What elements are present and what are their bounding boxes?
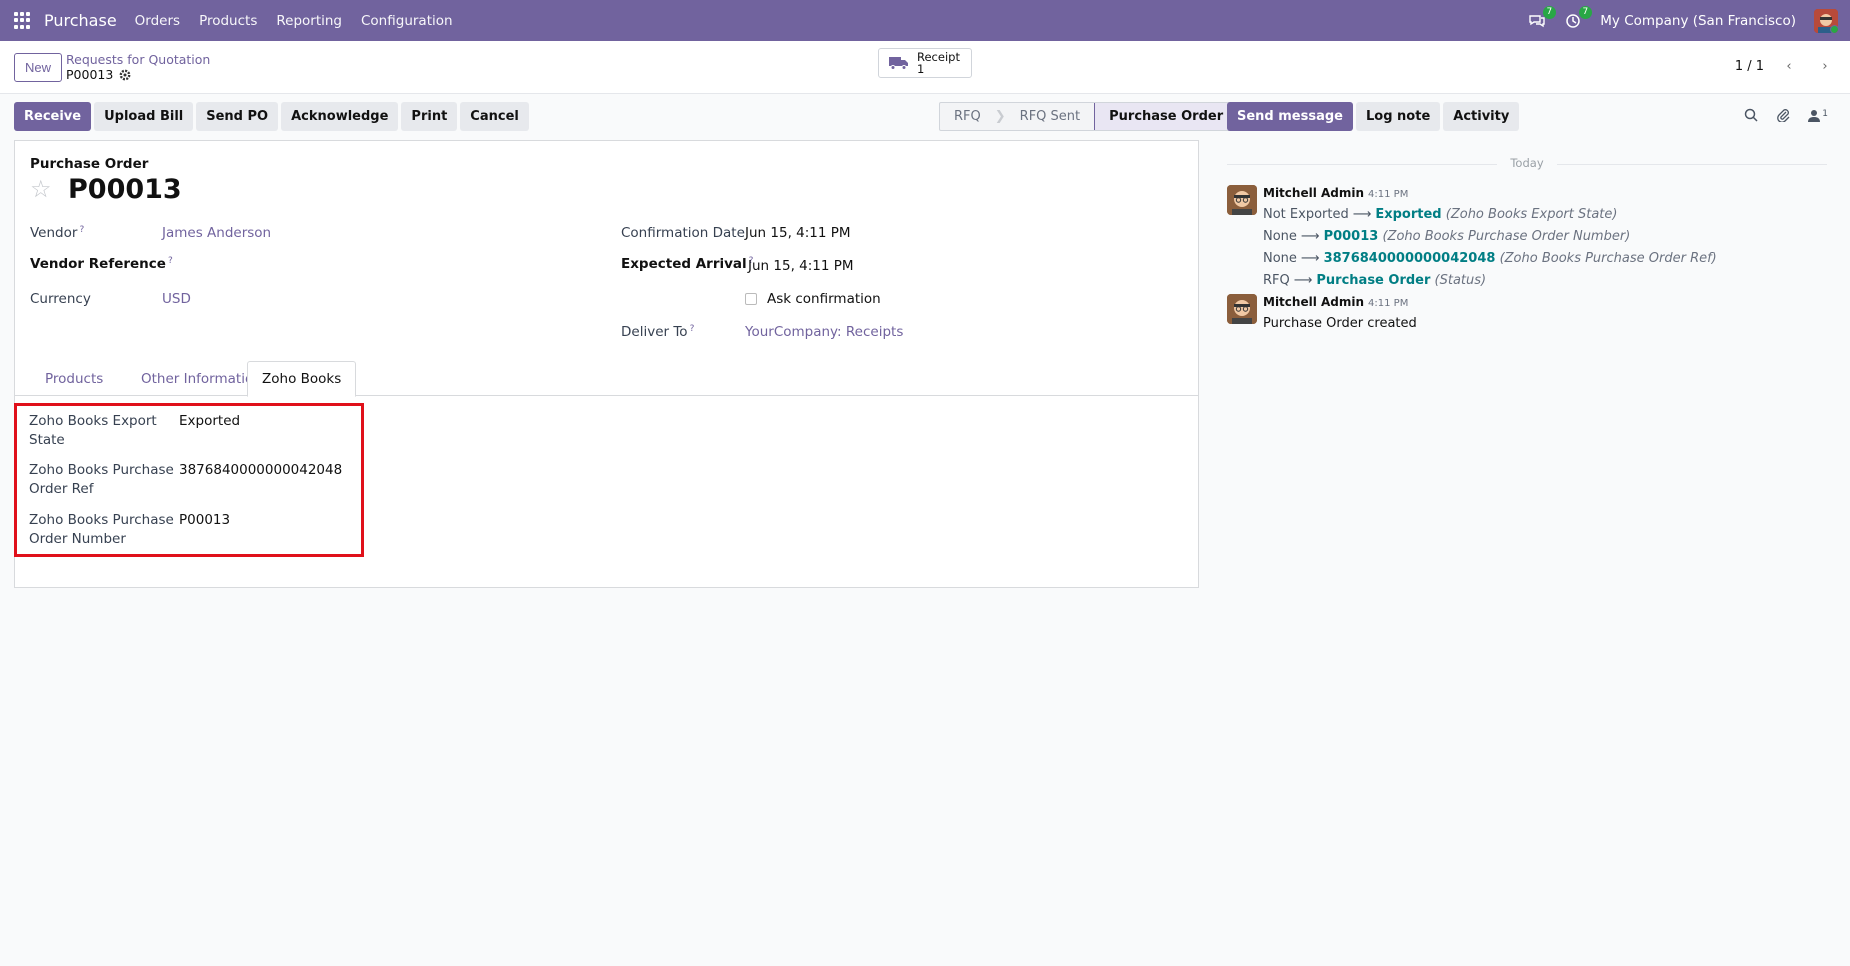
pager: 1 / 1 ‹ › — [1735, 55, 1836, 77]
company-switcher[interactable]: My Company (San Francisco) — [1600, 13, 1796, 29]
apps-menu-icon[interactable] — [14, 11, 32, 30]
currency-field[interactable]: USD — [162, 291, 191, 307]
activity-button[interactable]: Activity — [1443, 102, 1520, 131]
pager-value[interactable]: 1 / 1 — [1735, 59, 1764, 74]
record-type-label: Purchase Order — [30, 156, 149, 172]
vendor-reference-input[interactable] — [162, 253, 582, 273]
breadcrumb-parent[interactable]: Requests for Quotation — [66, 52, 210, 67]
chevron-right-icon[interactable]: › — [1814, 55, 1836, 77]
top-navbar: Purchase Orders Products Reporting Confi… — [0, 0, 1850, 41]
status-bar: RFQ ❯ RFQ Sent Purchase Order — [939, 102, 1239, 131]
help-icon[interactable]: ? — [79, 225, 84, 235]
confirmation-date-field[interactable]: Jun 15, 4:11 PM — [745, 225, 851, 241]
tab-zoho-books[interactable]: Zoho Books — [247, 361, 357, 397]
send-message-button[interactable]: Send message — [1227, 102, 1353, 131]
zoho-books-highlight: Zoho Books Export State Exported Zoho Boo… — [14, 403, 364, 557]
tracking-line: RFQ ⟶ Purchase Order (Status) — [1263, 273, 1487, 288]
form-sheet: Purchase Order ☆ P00013 Vendor? James An… — [14, 140, 1199, 588]
menu-reporting[interactable]: Reporting — [276, 13, 342, 29]
receive-button[interactable]: Receive — [14, 102, 92, 131]
followers-count: 1 — [1822, 108, 1828, 119]
expected-arrival-field[interactable]: Jun 15, 4:11 PM — [748, 258, 854, 274]
chatter-actions: Send message Log note Activity — [1227, 102, 1520, 131]
deliver-to-label: Deliver To — [621, 324, 688, 340]
zoho-export-state-value: Exported — [179, 413, 241, 429]
message-body: Purchase Order created — [1263, 316, 1417, 331]
tracking-line: Not Exported ⟶ Exported (Zoho Books Export… — [1263, 207, 1618, 222]
receipt-count: 1 — [917, 62, 925, 76]
action-bar: Receive Upload Bill Send PO Acknowledge … — [14, 102, 529, 131]
date-separator: Today — [1227, 156, 1827, 170]
record-name: P00013 — [68, 174, 182, 205]
menu-orders[interactable]: Orders — [135, 13, 180, 29]
gear-icon[interactable] — [119, 69, 131, 81]
avatar[interactable] — [1227, 294, 1257, 324]
paperclip-icon[interactable] — [1776, 108, 1790, 122]
currency-label: Currency — [30, 291, 91, 307]
vendor-field[interactable]: James Anderson — [162, 225, 271, 241]
breadcrumb: Requests for Quotation P00013 — [66, 52, 210, 82]
zoho-po-ref-label: Zoho Books Purchase Order Ref — [29, 462, 174, 497]
chevron-left-icon[interactable]: ‹ — [1778, 55, 1800, 77]
stage-purchase-order[interactable]: Purchase Order — [1094, 103, 1238, 130]
acknowledge-button[interactable]: Acknowledge — [281, 102, 399, 131]
menu-products[interactable]: Products — [199, 13, 257, 29]
message-author[interactable]: Mitchell Admin — [1263, 295, 1364, 309]
notebook-tabs: Products Other Information Zoho Books — [15, 361, 1198, 397]
zoho-po-ref-value: 3876840000000042048 — [179, 462, 343, 478]
tab-products[interactable]: Products — [31, 361, 117, 397]
cancel-button[interactable]: Cancel — [460, 102, 529, 131]
ask-confirmation-label: Ask confirmation — [767, 291, 881, 307]
avatar[interactable] — [1227, 185, 1257, 215]
chatter-topbar-icons: 1 — [1744, 108, 1828, 122]
new-button[interactable]: New — [14, 52, 63, 82]
user-avatar[interactable] — [1814, 8, 1838, 33]
control-panel: New Requests for Quotation P00013 Receip… — [0, 41, 1850, 94]
messages-badge: 7 — [1542, 5, 1557, 19]
zoho-po-number-value: P00013 — [179, 512, 231, 528]
app-name[interactable]: Purchase — [44, 11, 117, 30]
print-button[interactable]: Print — [401, 102, 458, 131]
truck-icon — [889, 57, 908, 70]
search-icon[interactable] — [1744, 108, 1758, 122]
deliver-to-field[interactable]: YourCompany: Receipts — [745, 324, 903, 340]
log-note-button[interactable]: Log note — [1356, 102, 1441, 131]
stage-rfq-sent[interactable]: RFQ Sent — [1020, 103, 1094, 130]
upload-bill-button[interactable]: Upload Bill — [94, 102, 194, 131]
ask-confirmation-checkbox[interactable] — [745, 293, 757, 305]
followers-icon[interactable]: 1 — [1808, 109, 1828, 122]
activities-icon[interactable]: 7 — [1564, 5, 1593, 30]
zoho-export-state-label: Zoho Books Export State — [29, 413, 157, 448]
vendor-label: Vendor — [30, 225, 78, 241]
star-icon[interactable]: ☆ — [30, 175, 52, 203]
stage-rfq[interactable]: RFQ ❯ — [940, 103, 1020, 130]
zoho-po-number-label: Zoho Books Purchase Order Number — [29, 512, 174, 547]
message-author[interactable]: Mitchell Admin — [1263, 186, 1364, 200]
message-time: 4:11 PM — [1368, 298, 1409, 309]
send-po-button[interactable]: Send PO — [196, 102, 279, 131]
tracking-line: None ⟶ 3876840000000042048 (Zoho Books Pur… — [1263, 251, 1717, 266]
tracking-line: None ⟶ P00013 (Zoho Books Purchase Order N… — [1263, 229, 1631, 244]
activities-badge: 7 — [1578, 5, 1593, 19]
expected-arrival-label: Expected Arrival — [621, 256, 747, 272]
breadcrumb-current: P00013 — [66, 67, 114, 82]
menu-configuration[interactable]: Configuration — [361, 13, 453, 29]
vendor-reference-label: Vendor Reference — [30, 256, 166, 272]
message-time: 4:11 PM — [1368, 189, 1409, 200]
messages-icon[interactable]: 7 — [1528, 5, 1557, 30]
receipt-smart-button[interactable]: Receipt 1 — [878, 48, 972, 78]
confirmation-date-label: Confirmation Date — [621, 225, 745, 241]
help-icon[interactable]: ? — [690, 324, 695, 334]
